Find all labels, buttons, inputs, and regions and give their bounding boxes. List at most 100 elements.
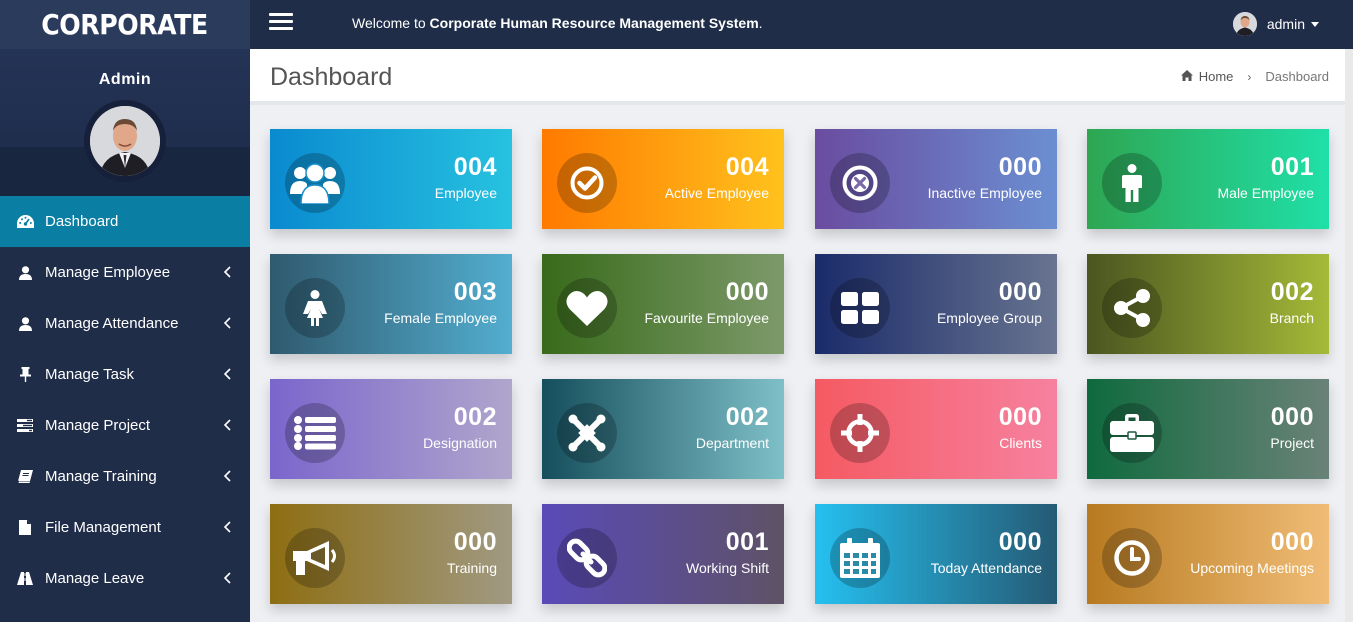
stat-count: 000 [998, 528, 1042, 556]
breadcrumb-home-link[interactable]: Home [1199, 69, 1234, 84]
crosshairs-icon [830, 403, 890, 463]
welcome-system-name: Corporate Human Resource Management Syst… [429, 15, 759, 31]
stat-label: Upcoming Meetings [1190, 560, 1314, 576]
stat-label: Clients [999, 435, 1042, 451]
stat-card-working-shift[interactable]: 001 Working Shift [542, 504, 784, 604]
sidebar-item-manage-project[interactable]: Manage Project [0, 400, 250, 451]
pin-icon [16, 366, 34, 384]
stat-label: Working Shift [686, 560, 769, 576]
stat-count: 001 [725, 528, 769, 556]
stat-card-inactive-employee[interactable]: 000 Inactive Employee [815, 129, 1057, 229]
stat-count: 004 [453, 153, 497, 181]
chevron-left-icon [220, 570, 236, 586]
brand-logo[interactable]: CORPORATE [0, 0, 250, 49]
stat-card-employee[interactable]: 004 Employee [270, 129, 512, 229]
breadcrumb: Home › Dashboard [1180, 69, 1329, 84]
tasks-icon [16, 417, 34, 435]
profile-name: Admin [98, 71, 152, 88]
sidebar-item-label: Manage Attendance [45, 315, 179, 332]
chevron-left-icon [220, 366, 236, 382]
user-name: admin [1266, 16, 1305, 32]
sidebar-item-file-management[interactable]: File Management [0, 502, 250, 553]
stat-label: Training [446, 560, 497, 576]
stat-card-branch[interactable]: 002 Branch [1087, 254, 1329, 354]
clock-icon [1102, 528, 1162, 588]
sidebar-item-label: Dashboard [45, 213, 119, 230]
stat-label: Employee [434, 185, 497, 201]
stat-card-training[interactable]: 000 Training [270, 504, 512, 604]
list-icon [285, 403, 345, 463]
stat-card-female-employee[interactable]: 003 Female Employee [270, 254, 512, 354]
sidebar-item-label: Manage Task [45, 366, 134, 383]
page-header: Dashboard Home › Dashboard [250, 49, 1345, 105]
sidebar-item-manage-task[interactable]: Manage Task [0, 349, 250, 400]
user-menu[interactable]: admin [1232, 12, 1319, 36]
stat-count: 000 [998, 153, 1042, 181]
stat-card-today-attendance[interactable]: 000 Today Attendance [815, 504, 1057, 604]
stat-label: Employee Group [936, 310, 1042, 326]
stat-label: Female Employee [384, 310, 497, 326]
file-icon [16, 519, 34, 537]
page-scrollbar[interactable] [1345, 49, 1353, 622]
sidebar-item-dashboard[interactable]: Dashboard [0, 196, 250, 247]
sidebar-nav: Dashboard Manage Employee Manage Attendanc… [0, 196, 250, 604]
user-icon [16, 264, 34, 282]
topbar: Welcome to Corporate Human Resource Mana… [250, 0, 1353, 49]
stat-count: 000 [998, 278, 1042, 306]
stat-count: 004 [725, 153, 769, 181]
stat-label: Active Employee [664, 185, 769, 201]
stat-count: 000 [725, 278, 769, 306]
sidebar-item-manage-training[interactable]: Manage Training [0, 451, 250, 502]
th-large-icon [830, 278, 890, 338]
stat-label: Department [695, 435, 769, 451]
chain-icon [557, 528, 617, 588]
dashboard-icon [16, 213, 34, 231]
calendar-icon [830, 528, 890, 588]
stat-count: 001 [1270, 153, 1314, 181]
female-icon [285, 278, 345, 338]
stat-card-project[interactable]: 000 Project [1087, 379, 1329, 479]
sidebar-item-manage-leave[interactable]: Manage Leave [0, 553, 250, 604]
sidebar-item-manage-attendance[interactable]: Manage Attendance [0, 298, 250, 349]
stat-count: 002 [1270, 278, 1314, 306]
user-avatar [1232, 12, 1257, 36]
stat-card-employee-group[interactable]: 000 Employee Group [815, 254, 1057, 354]
welcome-prefix: Welcome to [352, 15, 430, 31]
stat-label: Inactive Employee [927, 185, 1042, 201]
welcome-suffix: . [758, 15, 763, 31]
chevron-left-icon [220, 519, 236, 535]
stat-card-department[interactable]: 002 Department [542, 379, 784, 479]
heart-icon [557, 278, 617, 338]
stat-card-upcoming-meetings[interactable]: 000 Upcoming Meetings [1087, 504, 1329, 604]
chevron-left-icon [220, 264, 236, 280]
home-icon [1180, 69, 1193, 84]
sidebar-item-label: Manage Project [45, 417, 151, 434]
stat-card-active-employee[interactable]: 004 Active Employee [542, 129, 784, 229]
stat-count: 002 [453, 403, 497, 431]
sidebar-item-manage-employee[interactable]: Manage Employee [0, 247, 250, 298]
stat-count: 000 [998, 403, 1042, 431]
stat-label: Favourite Employee [644, 310, 769, 326]
avatar[interactable] [84, 100, 166, 182]
chevron-left-icon [220, 315, 236, 331]
brand-title: CORPORATE [41, 8, 209, 41]
sidebar-item-label: File Management [45, 519, 161, 536]
stat-card-favourite-employee[interactable]: 000 Favourite Employee [542, 254, 784, 354]
book-icon [16, 468, 34, 486]
stat-label: Designation [423, 435, 497, 451]
check-circle-icon [557, 153, 617, 213]
stat-card-male-employee[interactable]: 001 Male Employee [1087, 129, 1329, 229]
chevron-right-icon: › [1247, 69, 1252, 84]
stat-card-clients[interactable]: 000 Clients [815, 379, 1057, 479]
stat-card-designation[interactable]: 002 Designation [270, 379, 512, 479]
sidebar: CORPORATE Admin Dashboard Manage Employee… [0, 0, 250, 622]
road-icon [16, 570, 34, 588]
breadcrumb-current: Dashboard [1265, 69, 1329, 84]
male-icon [1102, 153, 1162, 213]
stat-count: 002 [725, 403, 769, 431]
chevron-left-icon [220, 468, 236, 484]
stat-label: Branch [1269, 310, 1314, 326]
menu-toggle-icon[interactable] [269, 13, 293, 32]
briefcase-icon [1102, 403, 1162, 463]
sidebar-item-label: Manage Training [45, 468, 157, 485]
